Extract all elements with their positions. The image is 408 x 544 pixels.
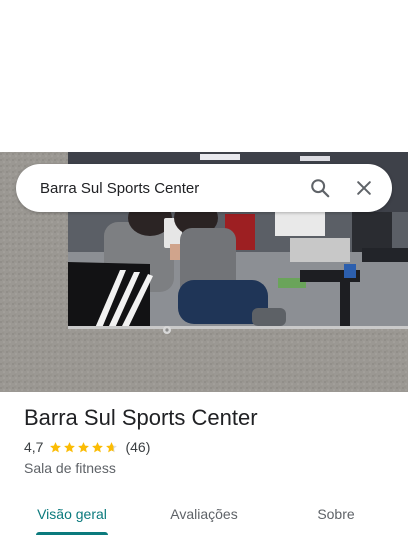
rating-row[interactable]: 4,7 (46) [24, 438, 394, 456]
close-icon[interactable] [342, 166, 386, 210]
star-icon [92, 441, 104, 452]
star-icon [50, 441, 62, 452]
star-icon [64, 441, 76, 452]
tab-avaliacoes[interactable]: Avaliações [152, 494, 256, 534]
star-icon [106, 441, 118, 452]
tab-bar: Visão geral Avaliações Sobre [0, 494, 408, 536]
tab-visao-geral[interactable]: Visão geral [24, 494, 120, 534]
search-bar[interactable]: Barra Sul Sports Center [16, 164, 392, 212]
tab-sobre[interactable]: Sobre [296, 494, 376, 534]
search-icon[interactable] [298, 166, 342, 210]
star-icon [78, 441, 90, 452]
active-tab-indicator [36, 532, 108, 535]
place-title: Barra Sul Sports Center [24, 405, 258, 430]
place-info: Barra Sul Sports Center 4,7 (46) Sala de… [24, 404, 394, 476]
review-count[interactable]: (46) [125, 439, 150, 455]
rating-value: 4,7 [24, 439, 44, 455]
search-input[interactable]: Barra Sul Sports Center [40, 180, 298, 197]
place-category[interactable]: Sala de fitness [24, 460, 394, 476]
star-rating [49, 441, 119, 454]
blank-top-area [0, 0, 408, 152]
